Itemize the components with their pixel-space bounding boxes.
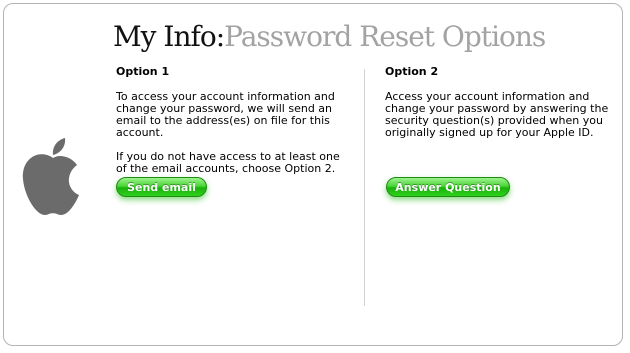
option-1-note: If you do not have access to at least on… xyxy=(116,150,340,175)
answer-question-button[interactable]: Answer Question xyxy=(386,177,510,197)
option-2-description: Access your account information and chan… xyxy=(385,90,609,139)
page-title-sub: Password Reset Options xyxy=(224,20,546,53)
page-title-main: My Info: xyxy=(113,20,225,53)
option-1-description: To access your account information and c… xyxy=(116,90,335,139)
option-1-heading: Option 1 xyxy=(116,65,170,78)
option-1-column: Option 1 To access your account informat… xyxy=(116,65,348,187)
column-divider xyxy=(364,69,365,306)
option-2-heading: Option 2 xyxy=(385,65,439,78)
apple-logo-icon xyxy=(22,138,79,215)
option-2-column: Option 2 Access your account information… xyxy=(385,65,617,151)
page-title: My Info:Password Reset Options xyxy=(113,17,546,57)
send-email-button[interactable]: Send email xyxy=(116,177,207,197)
